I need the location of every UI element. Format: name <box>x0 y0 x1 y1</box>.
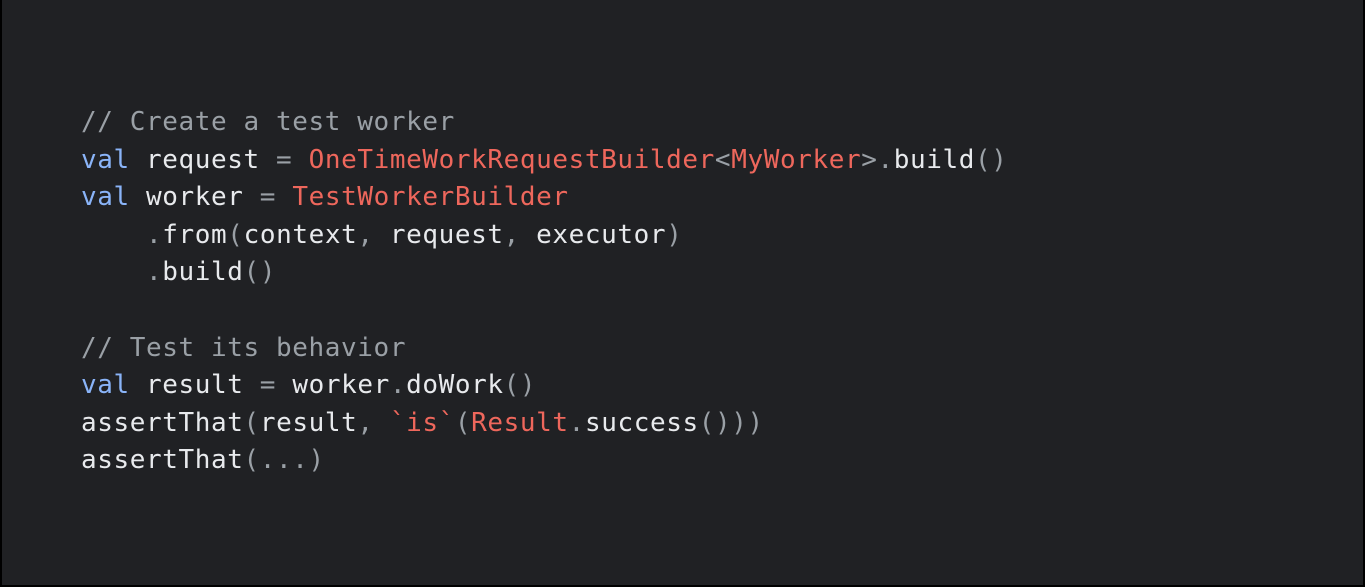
code-token-punct: () <box>243 257 277 288</box>
code-token-plain: request <box>389 219 504 250</box>
code-token-punct: ) <box>666 219 683 250</box>
code-token-keyword: val <box>81 144 130 175</box>
code-token-punct: , <box>503 219 537 250</box>
code-token-type: TestWorkerBuilder <box>292 182 569 213</box>
code-token-plain: result <box>129 370 260 401</box>
code-token-punct: . <box>389 370 407 401</box>
code-token-punct: () <box>503 370 537 401</box>
code-token-plain: request <box>129 144 277 175</box>
code-token-punct: . <box>146 257 163 288</box>
code-token-punct: = <box>259 370 277 401</box>
code-token-plain: worker <box>129 182 260 213</box>
code-line: // Test its behavior <box>81 330 1008 368</box>
code-token-type: `is` <box>389 407 455 438</box>
code-token-punct: ( <box>243 407 260 438</box>
code-token-plain: assertThat <box>81 445 244 476</box>
code-token-punct: (...) <box>243 445 325 476</box>
code-line: val worker = TestWorkerBuilder <box>81 179 1008 217</box>
code-token-punct: < <box>714 144 732 175</box>
code-token-plain: assertThat <box>81 407 244 438</box>
code-token-plain: context <box>243 219 358 250</box>
code-token-punct: ())) <box>698 407 764 438</box>
code-block: // Create a test worker val request = One… <box>81 104 1008 480</box>
code-token-keyword: val <box>81 182 130 213</box>
code-token-punct: , <box>357 407 390 438</box>
code-token-plain: result <box>259 407 358 438</box>
code-line: // Create a test worker <box>81 104 1008 142</box>
code-token-punct: () <box>975 144 1008 175</box>
code-token-comment: // Test its behavior <box>81 332 407 363</box>
code-token-type: OneTimeWorkRequestBuilder <box>308 144 715 175</box>
code-line: assertThat(...) <box>81 442 1008 480</box>
code-token-punct: >. <box>861 144 894 175</box>
code-token-plain: doWork <box>406 370 504 401</box>
code-token-plain: executor <box>536 219 667 250</box>
code-token-keyword: val <box>81 370 130 401</box>
code-line: .from(context, request, executor) <box>81 217 1008 255</box>
code-token-plain: from <box>162 219 228 250</box>
code-token-plain: build <box>162 257 244 288</box>
code-token-punct: , <box>357 219 390 250</box>
code-token-punct: ( <box>227 219 244 250</box>
code-token-plain: success <box>584 407 699 438</box>
code-token-punct: ( <box>454 407 472 438</box>
code-token-punct: . <box>146 219 163 250</box>
code-token-punct: = <box>259 182 277 213</box>
code-line: val request = OneTimeWorkRequestBuilder<… <box>81 142 1008 180</box>
code-token-plain: worker <box>276 370 390 401</box>
code-line: val result = worker.doWork() <box>81 367 1008 405</box>
code-token-type: MyWorker <box>731 144 862 175</box>
code-line: .build() <box>81 254 1008 292</box>
code-token-comment: // Create a test worker <box>81 107 455 137</box>
code-token-punct: . <box>568 407 585 438</box>
code-line: assertThat(result, `is`(Result.success()… <box>81 405 1008 443</box>
code-slide: // Create a test worker val request = One… <box>2 0 1363 585</box>
code-token-type: Result <box>471 407 569 438</box>
code-token-plain: build <box>893 144 976 175</box>
code-token-punct: = <box>276 144 293 175</box>
